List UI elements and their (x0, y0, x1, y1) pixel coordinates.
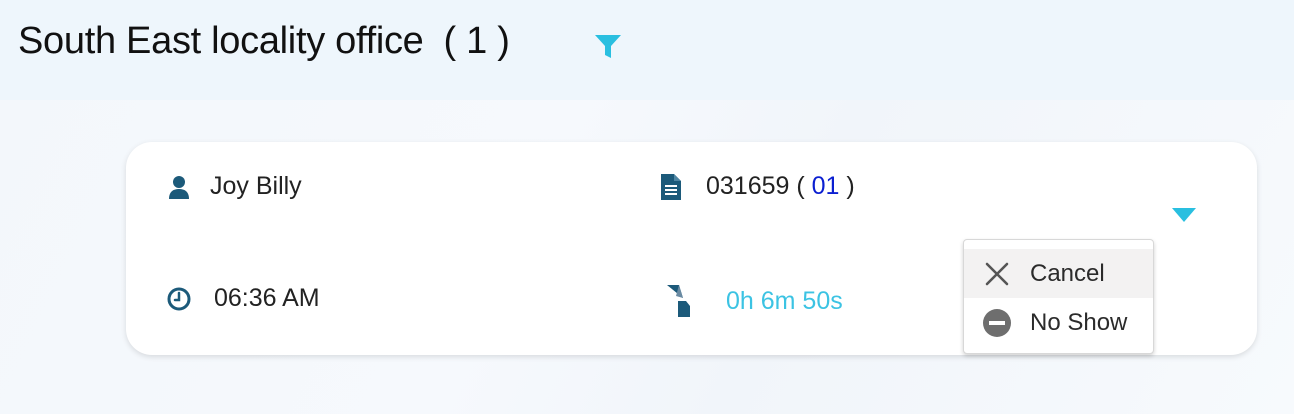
action-menu: Cancel No Show (963, 239, 1154, 354)
office-count: ( 1 ) (443, 20, 510, 62)
menu-item-label: No Show (1030, 308, 1128, 336)
hourglass-icon (667, 285, 690, 317)
appointment-time: 06:36 AM (214, 284, 320, 312)
page-header: South East locality office ( 1 ) (0, 0, 1294, 100)
file-number: 031659 (706, 172, 790, 200)
wait-time-field: 0h 6m 50s (666, 284, 843, 318)
minus-circle-icon (983, 308, 1011, 337)
file-suffix-link[interactable]: 01 (812, 172, 840, 201)
close-icon (985, 262, 1009, 285)
menu-item-cancel[interactable]: Cancel (964, 249, 1153, 298)
user-icon (169, 175, 189, 199)
file-close-paren: ) (839, 172, 855, 200)
menu-item-no-show[interactable]: No Show (964, 298, 1153, 347)
office-name: South East locality office (18, 20, 424, 62)
appointment-time-field: 06:36 AM (166, 284, 320, 313)
page-title: South East locality office ( 1 ) (18, 20, 510, 63)
client-name: Joy Billy (210, 172, 302, 200)
file-open-paren: ( (789, 172, 812, 200)
clock-icon (167, 287, 191, 310)
caret-down-icon[interactable] (1171, 206, 1197, 224)
filter-icon[interactable] (594, 34, 622, 60)
document-icon (661, 173, 681, 200)
client-name-field: Joy Billy (166, 172, 302, 201)
wait-time: 0h 6m 50s (726, 286, 843, 315)
menu-item-label: Cancel (1030, 259, 1105, 287)
file-number-field: 031659 ( 01 ) (658, 172, 855, 201)
